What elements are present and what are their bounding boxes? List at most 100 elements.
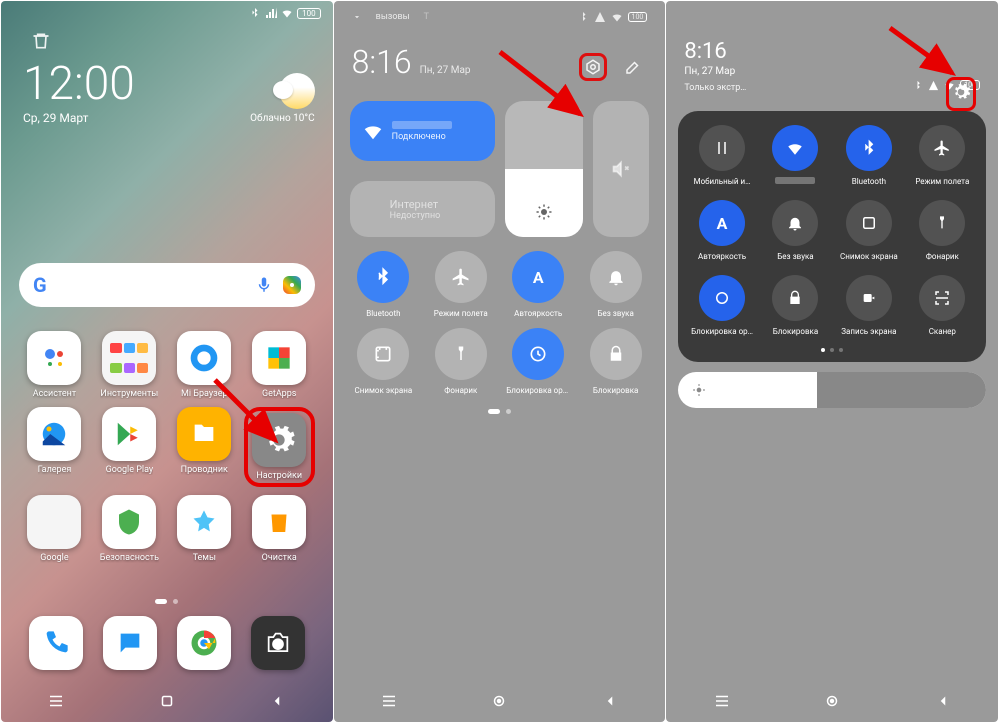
nav-bar [666,680,998,722]
qs-flashlight[interactable]: Фонарик [427,328,494,395]
time: 12:00 [23,61,135,107]
cc-edit-button[interactable] [619,53,647,81]
app-getapps[interactable]: GetApps [244,331,315,399]
shade-page-dots [688,348,976,352]
tile-screenshot[interactable]: Снимок экрана [835,200,902,261]
qs-auto-brightness[interactable]: AАвтояркость [505,251,572,318]
wifi-tile[interactable]: Подключено [350,101,496,161]
shade-settings-button[interactable] [946,77,976,111]
google-search-bar[interactable]: G [19,263,315,307]
battery-icon: 100 [297,8,321,19]
tile-scanner[interactable]: Сканер [909,275,976,336]
brightness-icon [535,203,553,221]
tab-t[interactable]: T [424,12,429,22]
app-google-folder[interactable]: Google [19,495,90,563]
qs-rotation-lock[interactable]: Блокировка ориент… [505,328,572,395]
mute-icon [611,159,631,179]
app-cleaner[interactable]: Очистка [244,495,315,563]
qs-screenshot[interactable]: Снимок экрана [350,328,417,395]
battery-icon: 100 [628,12,648,22]
nav-back-icon[interactable] [268,692,286,710]
status-bar: 100 [1,1,333,25]
nav-menu-icon[interactable] [713,692,731,710]
tab-calls[interactable]: вызовы [376,12,410,22]
tile-flashlight[interactable]: Фонарик [909,200,976,261]
mobile-data-tile[interactable]: ИнтернетНедоступно [350,181,496,237]
qs-airplane[interactable]: Режим полета [427,251,494,318]
app-settings[interactable]: Настройки [244,407,315,487]
notification-shade: 8:16 Пн, 27 Мар Только экстр… 100 Мобиль… [666,1,998,722]
nav-bar [1,680,333,722]
qs-bluetooth[interactable]: Bluetooth [350,251,417,318]
app-themes[interactable]: Темы [169,495,240,563]
nav-home-icon[interactable] [823,692,841,710]
weather-icon [279,73,315,109]
qs-lock[interactable]: Блокировка [582,328,649,395]
dock-chrome[interactable] [177,616,231,670]
wifi-name-redacted [392,121,452,129]
app-mi-browser[interactable]: Mi Браузер [169,331,240,399]
tile-airplane[interactable]: Режим полета [909,125,976,186]
wifi-icon [362,120,384,142]
home-screen: 100 12:00 Ср, 29 Март Облачно 10°C G Асс… [1,1,333,722]
tile-silent[interactable]: Без звука [762,200,829,261]
cc-status-tabs: вызовы T 100 [334,1,666,33]
tile-wifi[interactable] [762,125,829,186]
cc-time: 8:16 [352,43,412,81]
data-icon [362,199,382,219]
cc-page-dots [350,409,650,414]
wifi-icon [281,7,293,19]
dock-phone[interactable] [29,616,83,670]
lens-icon[interactable] [283,276,301,294]
tile-bluetooth[interactable]: Bluetooth [835,125,902,186]
wifi-status: Подключено [392,132,452,142]
tile-rotation-lock[interactable]: Блокировка ор… [688,275,755,336]
app-google-play[interactable]: Google Play [94,407,165,487]
data-name: Интернет [390,198,441,211]
signal-icon [928,80,939,91]
mic-icon[interactable] [255,276,273,294]
bluetooth-icon [577,11,589,23]
wifi-icon [611,11,623,23]
nav-bar [334,680,666,722]
dock-camera[interactable] [251,616,305,670]
nav-back-icon[interactable] [934,692,952,710]
qs-silent[interactable]: Без звука [582,251,649,318]
shade-qs-panel: Мобильный и… Bluetooth Режим полета AАвт… [678,111,986,362]
weather-widget[interactable]: Облачно 10°C [250,73,315,124]
brightness-slider[interactable] [505,101,583,237]
tile-screen-record[interactable]: Запись экрана [835,275,902,336]
google-logo: G [33,273,47,297]
signal-icon [265,7,277,19]
date: Ср, 29 Март [23,111,135,125]
app-gallery[interactable]: Галерея [19,407,90,487]
cc-date: Пн, 27 Мар [420,65,471,76]
cc-body: Подключено ИнтернетНедоступно Bluetooth … [334,91,666,424]
nav-menu-icon[interactable] [47,692,65,710]
nav-menu-icon[interactable] [380,692,398,710]
tile-lock[interactable]: Блокировка [762,275,829,336]
shade-time: 8:16 [684,39,980,64]
dock [19,612,315,674]
clock-widget[interactable]: 12:00 Ср, 29 Март [23,61,135,125]
app-assistant[interactable]: Ассистент [19,331,90,399]
app-security[interactable]: Безопасность [94,495,165,563]
app-file-manager[interactable]: Проводник [169,407,240,487]
tile-auto-brightness[interactable]: AАвтояркость [688,200,755,261]
dock-messages[interactable] [103,616,157,670]
page-indicator [1,599,333,604]
nav-home-icon[interactable] [490,692,508,710]
bluetooth-icon [912,80,923,91]
tile-mobile-data[interactable]: Мобильный и… [688,125,755,186]
quick-settings-grid: Bluetooth Режим полета AАвтояркость Без … [350,251,650,395]
trash-icon[interactable] [31,31,51,55]
volume-tile[interactable] [593,101,649,237]
nav-home-icon[interactable] [158,692,176,710]
nav-back-icon[interactable] [601,692,619,710]
app-tools-folder[interactable]: Инструменты [94,331,165,399]
cc-settings-button[interactable] [579,53,607,81]
shade-date: Пн, 27 Мар [684,66,980,77]
control-center: вызовы T 100 8:16 Пн, 27 Мар [334,1,666,722]
shade-brightness-slider[interactable] [678,372,986,408]
cc-header: 8:16 Пн, 27 Мар [334,33,666,91]
